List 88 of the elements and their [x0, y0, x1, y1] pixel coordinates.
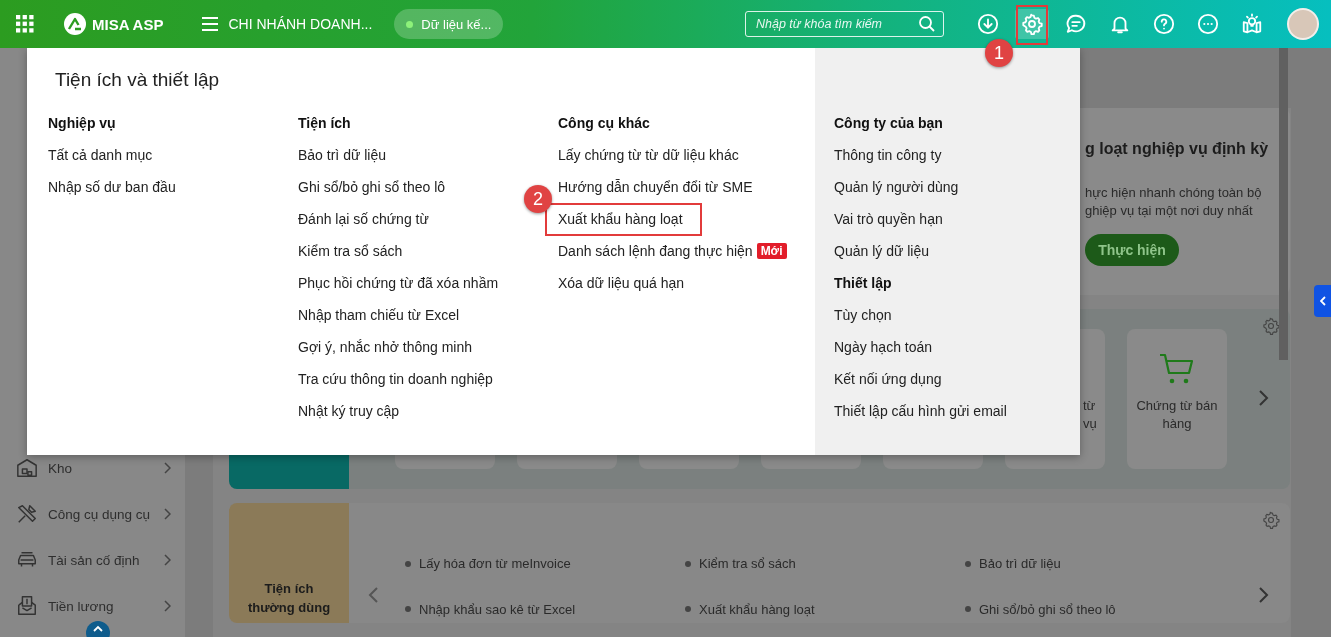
menu-item[interactable]: Bảo trì dữ liệu: [298, 147, 386, 163]
section-heading: Tiện ích: [298, 114, 352, 133]
menu-item[interactable]: Nhật ký truy cập: [298, 403, 400, 419]
chevron-right-icon: [163, 462, 171, 474]
app-name: MISA ASP: [92, 15, 164, 33]
bullet-icon: [965, 606, 971, 613]
utility-link[interactable]: Kiểm tra sổ sách: [699, 556, 796, 572]
payroll-icon: [16, 595, 38, 617]
menu-item[interactable]: Nhập số dư ban đầu: [48, 179, 176, 195]
help-icon: [1153, 13, 1175, 35]
chat-icon: [1065, 13, 1087, 35]
bullet-icon: [965, 560, 971, 567]
settings-button[interactable]: [1015, 9, 1049, 39]
menu-item[interactable]: Tất cả danh mục: [48, 147, 153, 163]
collapse-button[interactable]: [1314, 285, 1331, 317]
highlight-frame: [1016, 5, 1048, 45]
settings-icon[interactable]: [1262, 511, 1280, 529]
sidebar-item[interactable]: Kho: [0, 445, 185, 491]
shortcut-label: Chứng từ bán hàng: [1135, 397, 1219, 433]
menu-item[interactable]: Ngày hạch toán: [834, 339, 933, 355]
menu-item[interactable]: Xóa dữ liệu quá hạn: [558, 275, 685, 291]
menu-item[interactable]: Tùy chọn: [834, 307, 892, 323]
menu-item[interactable]: Thiết lập cấu hình gửi email: [834, 403, 1007, 419]
section-heading: Công cụ khác: [558, 114, 651, 133]
bullet-icon: [685, 560, 691, 567]
shortcut-label: vụ: [1083, 415, 1097, 433]
utility-link[interactable]: Xuất khẩu hàng loạt: [699, 601, 815, 617]
cart-icon: [1159, 353, 1195, 385]
menu-item[interactable]: Gợi ý, nhắc nhở thông minh: [298, 339, 472, 355]
utility-link[interactable]: Lấy hóa đơn từ meInvoice: [419, 556, 571, 572]
panel-title: Tiện ích thường dùng: [246, 580, 332, 617]
status-dot: [406, 20, 414, 28]
sidebar-item[interactable]: Công cụ dụng cụ: [0, 491, 185, 537]
bullet-icon: [405, 606, 411, 613]
run-button[interactable]: Thực hiện: [1085, 234, 1179, 266]
menu-item[interactable]: Kết nối ứng dụng: [834, 371, 942, 387]
chevron-up-icon: [93, 625, 103, 632]
menu-icon[interactable]: [201, 16, 220, 32]
menu-item[interactable]: Lấy chứng từ từ dữ liệu khác: [558, 147, 739, 163]
shortcut-card[interactable]: Chứng từ bán hàng: [1127, 329, 1227, 469]
menu-item[interactable]: Quản lý người dùng: [834, 179, 959, 195]
settings-icon: [1021, 13, 1043, 35]
card-title: g loạt nghiệp vụ định kỳ: [1085, 140, 1270, 158]
popup-title: Tiện ích và thiết lập: [55, 68, 221, 92]
menu-item[interactable]: Kiểm tra sổ sách: [298, 243, 403, 259]
utility-link[interactable]: Ghi sổ/bỏ ghi sổ theo lô: [979, 601, 1116, 617]
menu-item[interactable]: Danh sách lệnh đang thực hiện: [558, 243, 753, 259]
section-heading: Công ty của bạn: [834, 114, 944, 133]
bullet-icon: [405, 560, 411, 567]
download-icon: [977, 13, 999, 35]
chevron-right-icon: [163, 600, 171, 612]
logo-icon: [64, 13, 86, 35]
menu-item[interactable]: Phục hồi chứng từ đã xóa nhầm: [298, 275, 499, 291]
menu-item[interactable]: Ghi sổ/bỏ ghi sổ theo lô: [298, 179, 446, 195]
more-icon: [1197, 13, 1219, 35]
warehouse-icon: [16, 457, 38, 479]
tools-icon: [16, 503, 38, 525]
card-description: ghiệp vụ tại một nơi duy nhất: [1085, 202, 1254, 220]
menu-item[interactable]: Tra cứu thông tin doanh nghiệp: [298, 371, 493, 387]
scrollbar[interactable]: [1279, 48, 1288, 360]
card-description: hực hiện nhanh chóng toàn bộ: [1085, 184, 1263, 202]
menu-item[interactable]: Quản lý dữ liệu: [834, 243, 929, 259]
shortcut-label: từ: [1083, 397, 1096, 415]
menu-item[interactable]: Vai trò quyền hạn: [834, 211, 943, 227]
menu-item[interactable]: Thông tin công ty: [834, 147, 942, 163]
section-heading: Thiết lập: [834, 274, 893, 293]
apps-grid-icon[interactable]: [16, 15, 34, 33]
new-badge: Mới: [756, 243, 787, 259]
chevron-right-icon: [163, 554, 171, 566]
search-icon: [918, 15, 936, 33]
sidebar-item[interactable]: Tài sản cố định: [0, 537, 185, 583]
chevron-left-icon: [1319, 296, 1326, 306]
bullet-icon: [685, 606, 691, 613]
menu-item[interactable]: Nhập tham chiếu từ Excel: [298, 307, 460, 323]
lightbulb-book-icon: [1241, 13, 1263, 35]
utility-link[interactable]: Nhập khẩu sao kê từ Excel: [419, 601, 576, 617]
step-badge: 1: [985, 39, 1013, 67]
utility-link[interactable]: Bảo trì dữ liệu: [979, 556, 1061, 572]
step-badge: 2: [524, 185, 552, 213]
section-heading: Nghiệp vụ: [48, 114, 117, 133]
menu-item[interactable]: Hướng dẫn chuyển đổi từ SME: [558, 179, 753, 195]
sidebar-item[interactable]: Tiền lương: [0, 583, 185, 629]
menu-item[interactable]: Xuất khẩu hàng loạt: [558, 211, 683, 227]
chevron-right-icon: [163, 508, 171, 520]
search-field[interactable]: Nhập từ khóa tìm kiếm: [745, 11, 944, 37]
avatar[interactable]: [1287, 8, 1319, 40]
menu-item[interactable]: Đánh lại số chứng từ: [298, 211, 429, 227]
settings-icon[interactable]: [1262, 317, 1280, 335]
